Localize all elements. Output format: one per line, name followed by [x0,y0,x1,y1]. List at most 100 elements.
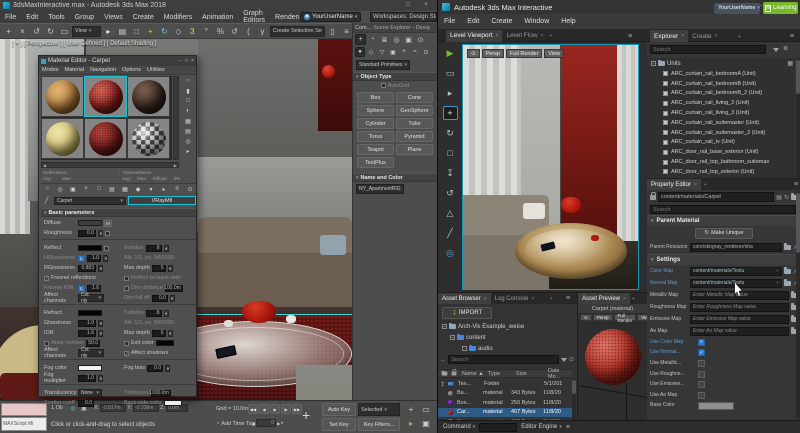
asset-search-input[interactable] [448,355,559,364]
close-icon[interactable]: × [531,296,534,302]
menu-item[interactable]: Navigation [87,67,119,73]
primitive-button[interactable]: Tube [396,118,433,129]
map-field[interactable]: content/materials/Textu○ [690,267,782,276]
checkbox[interactable]: ✓ [698,339,705,346]
param-field[interactable]: 100.0m [165,285,183,292]
close-icon[interactable]: × [715,33,718,39]
param-field[interactable]: 1.0 [78,375,96,382]
sample-vertical-scrollbar[interactable] [173,76,179,160]
checkbox[interactable] [124,341,129,346]
spinner[interactable] [165,365,170,372]
material-tool-icon[interactable]: ◎ [54,184,66,194]
menu-item[interactable]: Group [70,14,99,21]
unit-row[interactable]: ARC_door_rail_top_bathroom_suitemas [647,157,795,167]
explorer-scrollbar[interactable] [796,58,800,178]
menu-item[interactable]: Edit [461,18,485,25]
create-category-icon[interactable]: ≈ [410,47,420,57]
viewport-nav-icon[interactable]: ▭ [419,403,433,416]
primitive-button[interactable]: Cone [396,92,433,103]
panel-mode-icon[interactable]: ◔ [367,34,378,45]
toolbar-icon[interactable]: ◇ [172,25,185,38]
material-tool-icon[interactable]: ▸ [158,184,170,194]
close-button[interactable]: × [420,2,432,8]
spinner[interactable] [98,330,103,337]
asset-scrollbar[interactable] [572,379,576,420]
map-field[interactable]: Enter Emissive Map value○ [690,315,789,324]
auto-key-button[interactable]: Auto Key [322,403,356,416]
viewport-nav-icon[interactable]: ▣ [419,417,433,430]
next-frame-icon[interactable]: ▶ [277,421,280,426]
set-key-button[interactable]: Set Key [322,418,356,431]
viewport-tool-icon[interactable]: ▶ [443,46,458,60]
material-tool-icon[interactable]: □ [93,184,105,194]
section-parent-material[interactable]: ▾ Parent Material [647,215,800,226]
primitive-category-dropdown[interactable]: Standard Primitives ▾ [356,60,410,70]
toolbar-icon[interactable]: + [2,25,15,38]
prev-frame-icon[interactable]: ◀ [252,421,255,426]
panel-menu-icon[interactable]: ≡ [566,295,570,302]
viewport-tool-icon[interactable]: ↻ [443,126,458,140]
unit-row[interactable]: ARC_curtain_rail_suitemaster (Unit) [647,118,795,128]
material-sample-4[interactable] [41,118,84,159]
param-field[interactable]: 50.0 [86,340,100,347]
checkbox[interactable]: ✓ [698,349,705,356]
viewport-tool-icon[interactable]: ◎ [443,246,458,260]
clear-icon[interactable]: ○ [776,280,779,286]
material-tool-icon[interactable]: ▦ [119,184,131,194]
lock-icon[interactable] [650,195,656,200]
sample-tool-icon[interactable]: ▦ [183,116,194,126]
viewport-tool-icon[interactable]: ▸ [443,86,458,100]
section-settings[interactable]: ▾ Settings [647,254,800,265]
spinner[interactable] [164,310,169,317]
named-selection-sets-field[interactable]: Create Selection Se ▾ [270,26,325,37]
scroll-left-icon[interactable]: ◀ [43,163,46,168]
back-icon[interactable]: ← [440,357,446,363]
create-category-icon[interactable]: ● [355,47,365,57]
primitive-button[interactable]: Teapot [357,144,394,155]
toolbar-icon[interactable]: + [144,25,157,38]
primitive-button[interactable]: TextPlus [357,157,394,168]
material-tool-icon[interactable]: ○ [41,184,53,194]
param-field[interactable]: 5 [152,265,166,272]
sample-tool-icon[interactable]: ▮ [183,86,194,96]
toolbar-icon[interactable]: ↻ [44,25,57,38]
spinner[interactable] [103,255,108,262]
unit-row[interactable]: ARC_curtain_rail_bedroomB (Unit) [647,79,795,89]
resource-path-value[interactable]: content/materials/Carpet [661,194,771,200]
checkbox[interactable] [124,276,129,281]
menu-item[interactable]: Animation [197,14,238,21]
lock-button[interactable]: L [78,255,85,262]
checkbox[interactable] [124,286,129,291]
maximize-icon[interactable]: □ [185,58,188,64]
primitive-button[interactable]: Pyramid [396,131,433,142]
menu-item[interactable]: Material [62,67,88,73]
checkbox[interactable] [698,381,705,388]
key-selection-dropdown[interactable]: Selected ▾ [358,403,400,416]
column-type[interactable]: Type [488,371,516,377]
add-tab-button[interactable]: + [704,182,707,188]
view-mode-button[interactable]: View [544,49,564,58]
material-sample-1[interactable] [41,76,84,117]
toolbar-icon[interactable]: ▤ [116,25,129,38]
spinner[interactable] [164,245,169,252]
menu-item[interactable]: Help [555,18,581,25]
toolbar-icon[interactable]: γ [256,25,269,38]
material-tool-icon[interactable]: ▣ [67,184,79,194]
affect-shadows-checkbox[interactable]: ✓ [124,351,129,356]
diffuse-color-swatch[interactable] [78,220,102,226]
tab-command-panel[interactable]: Com... [355,25,371,31]
param-field[interactable]: 0.883 [78,265,96,272]
spinner[interactable] [98,230,103,237]
workspaces-dropdown[interactable]: Workspaces: Design Standard [370,12,437,22]
viewport-nav-icon[interactable]: ▸ [404,417,418,430]
toolbar-icon[interactable]: × [16,25,29,38]
autogrid-checkbox[interactable] [381,83,386,88]
camera-mode-button[interactable]: Persp [482,49,504,58]
panel-menu-icon[interactable]: ≡ [794,181,798,188]
maxscript-mini-listener[interactable]: MAXScript Mi [1,417,47,431]
material-name-dropdown[interactable]: Carpet ▾ [54,197,126,205]
playback-button[interactable]: ▶ [270,404,280,414]
menu-item[interactable]: Edit [21,14,43,21]
unit-row[interactable]: ARC_curtain_rail_living_3 (Unit) [647,108,795,118]
asset-row[interactable]: Ba... material 343 Bytes 11/8/20 [438,389,572,399]
